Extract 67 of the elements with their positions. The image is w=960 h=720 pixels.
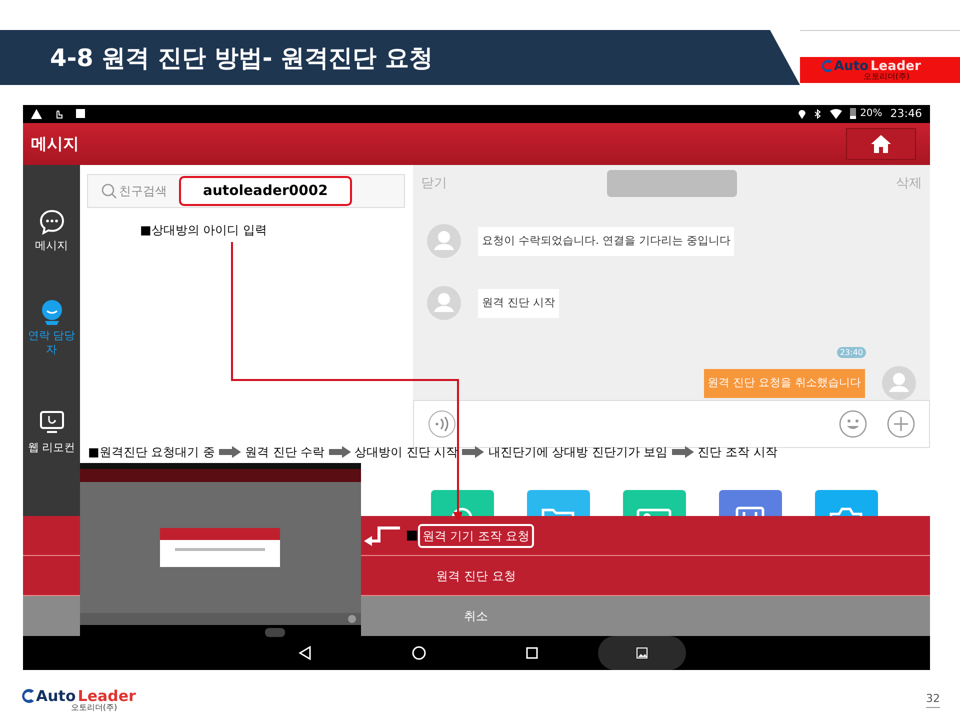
pointer-arrow [362,526,401,546]
sidebar-item[interactable]: 웹 리모컨 [23,409,80,469]
logo-subtitle: 오토리더(주) [863,73,910,81]
logo-brand-right: Leader [78,688,136,704]
avatar-icon [427,286,461,320]
incoming-message: 원격 진단 시작 [478,289,559,318]
outgoing-message: 원격 진단 요청을 취소했습니다 [704,369,865,398]
step-arrow-icon [328,446,351,458]
app-tile-icon[interactable] [815,490,878,516]
back-icon[interactable] [298,646,312,660]
image-icon [76,109,85,118]
sidebar-label: 메시지 [34,239,69,253]
location-icon [798,108,806,119]
step-label: 진단 조작 시작 [698,444,778,461]
logo-brand-right: Leader [870,60,921,72]
cancel-button[interactable]: 취소 [464,606,488,624]
sidebar-label: 연락 담당 자 [26,329,76,357]
step-arrow-icon [672,446,694,458]
action-sheet-item[interactable]: 원격 기기 조작 요청 [418,524,534,548]
warning-icon [31,108,42,119]
emoji-icon[interactable] [839,410,867,438]
person-icon [40,299,64,325]
battery-percent: 20% [860,107,882,122]
action-sheet-edge [23,516,80,556]
app-tile-icon[interactable] [527,490,590,516]
sidebar-item[interactable]: 메시지 [23,209,80,299]
logo-brand-left: Auto [834,60,868,72]
incoming-message: 요청이 수락되었습니다. 연결을 기다리는 중입니다 [478,227,734,256]
voice-icon[interactable] [428,410,456,438]
sidebar-label: 웹 리모컨 [26,441,76,455]
app-tile-icon[interactable] [431,490,494,516]
app-tile-icon[interactable] [623,490,686,516]
id-note: ■상대방의 아이디 입력 [140,222,267,239]
sidebar-item[interactable]: 연락 담당 자 [23,299,80,409]
action-sheet-item[interactable]: 원격 진단 요청 [436,566,516,584]
recent-apps-icon[interactable] [526,647,538,659]
step-label: 내진단기에 상대방 진단기가 보임 [488,444,668,461]
logo-brand-left: Auto [36,688,76,704]
avatar-icon [427,224,461,258]
logo-c-icon [820,59,834,73]
home-circle-icon[interactable] [412,646,426,660]
plus-icon[interactable] [887,410,915,438]
logo-c-icon [20,688,36,704]
step-arrow-icon [218,446,241,458]
image-icon [636,647,648,659]
step-label: 원격 진단 수락 [244,444,325,461]
status-time: 23:46 [890,106,922,122]
app-bar-title: 메시지 [31,132,80,155]
slide-title: 4-8 원격 진단 방법- 원격진단 요청 [50,42,434,74]
bluetooth-icon [814,108,822,119]
logo-subtitle: 오토리더(주) [70,704,118,712]
wifi-icon [830,108,842,119]
action-sheet-edge [23,556,80,596]
sheet-marker: ■ [406,529,418,542]
id-highlight: autoleader0002 [179,176,352,206]
search-icon [101,183,117,199]
message-timestamp: 23:40 [836,347,866,358]
home-button[interactable] [846,128,916,160]
page-number: 32 [926,690,940,708]
step-label: ■원격진단 요청대기 중 [88,444,215,461]
action-sheet-edge [23,596,80,636]
step-arrow-icon [462,446,484,458]
app-tile-icon[interactable] [719,490,782,516]
battery-icon [850,108,856,120]
home-icon [871,134,891,153]
chat-bubble-icon [38,209,64,235]
search-field[interactable]: 친구검색 [119,182,175,200]
